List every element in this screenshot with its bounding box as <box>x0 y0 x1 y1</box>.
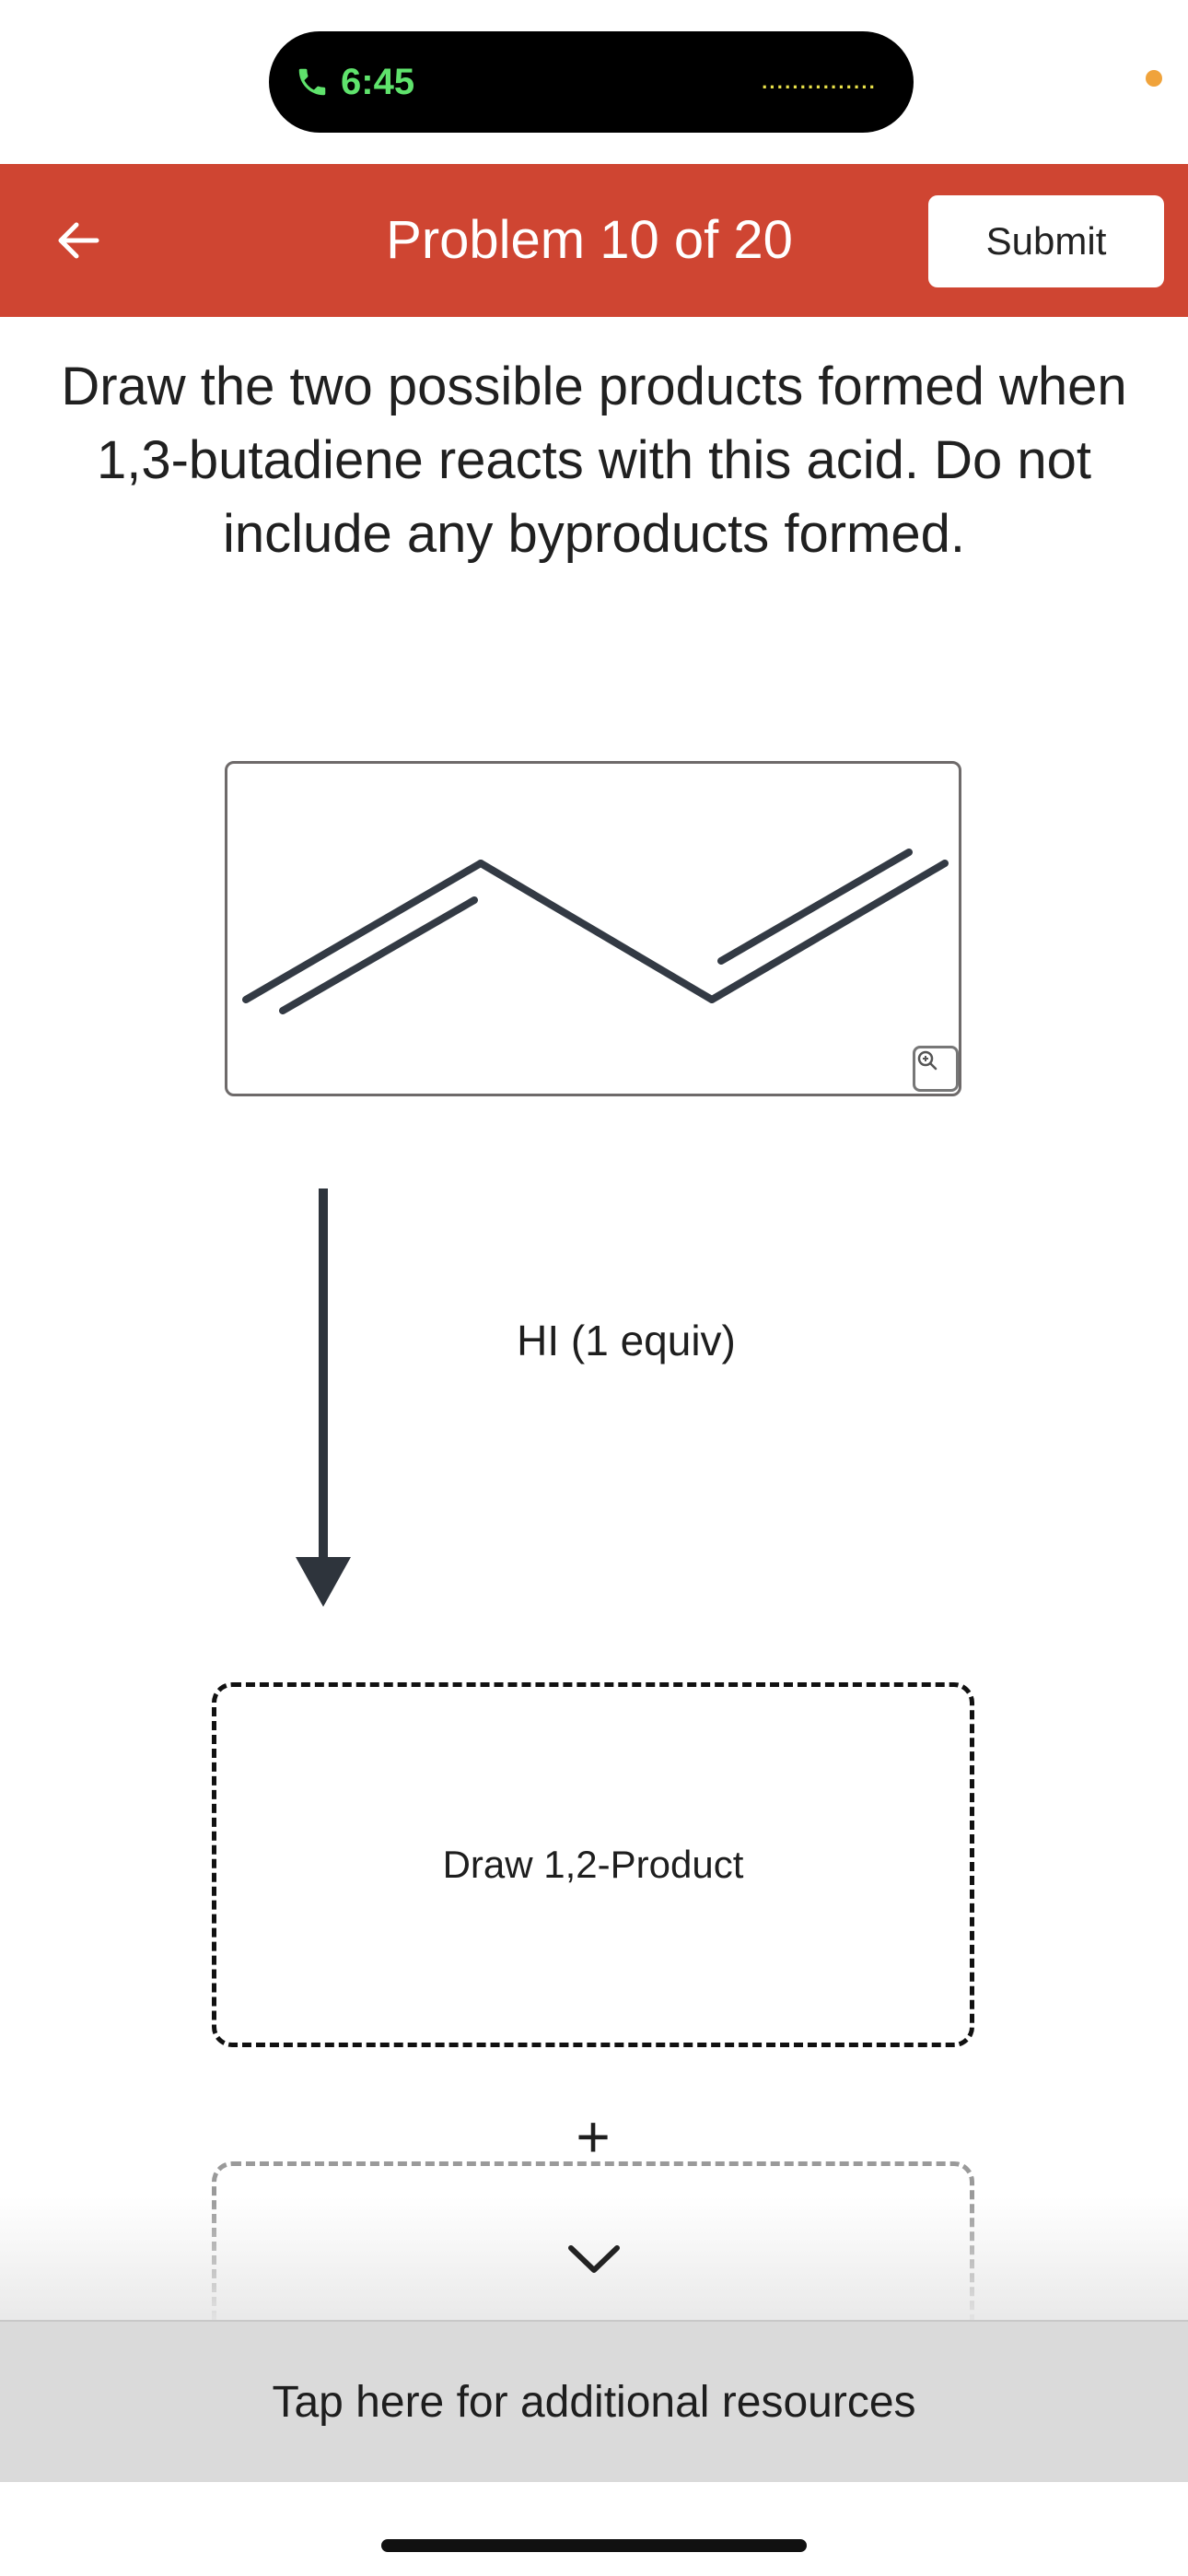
reactant-structure[interactable] <box>225 761 961 1096</box>
dynamic-island: 6:45 ··············· <box>269 31 914 133</box>
bottom-safe-area <box>0 2482 1188 2576</box>
resources-label: Tap here for additional resources <box>272 2377 916 2427</box>
plus-sign: + <box>576 2103 611 2170</box>
header-bar: Problem 10 of 20 Submit <box>0 164 1188 317</box>
privacy-indicator-dot <box>1146 70 1162 87</box>
zoom-button[interactable] <box>913 1046 959 1092</box>
butadiene-structure <box>242 849 949 1014</box>
home-indicator[interactable] <box>381 2539 807 2552</box>
reagent-label: HI (1 equiv) <box>517 1317 736 1364</box>
product-1-drop-zone[interactable]: Draw 1,2-Product <box>212 1682 974 2047</box>
page-title: Problem 10 of 20 <box>386 210 793 270</box>
product-1-label: Draw 1,2-Product <box>442 1843 744 1886</box>
expand-chevron-button[interactable] <box>558 2233 630 2285</box>
back-button[interactable] <box>41 203 116 278</box>
phone-icon <box>298 68 326 96</box>
chevron-down-icon <box>568 2245 620 2273</box>
call-time: 6:45 <box>341 61 415 102</box>
submit-button[interactable]: Submit <box>928 195 1164 287</box>
additional-resources-button[interactable]: Tap here for additional resources <box>0 2320 1188 2482</box>
question-text: Draw the two possible products formed wh… <box>61 357 1127 564</box>
zoom-in-icon <box>917 1050 938 1071</box>
reaction-arrow-icon <box>296 1188 351 1607</box>
arrow-left-icon <box>58 222 99 259</box>
call-indicator[interactable]: 6:45 <box>295 59 414 105</box>
island-dots: ··············· <box>762 76 877 99</box>
